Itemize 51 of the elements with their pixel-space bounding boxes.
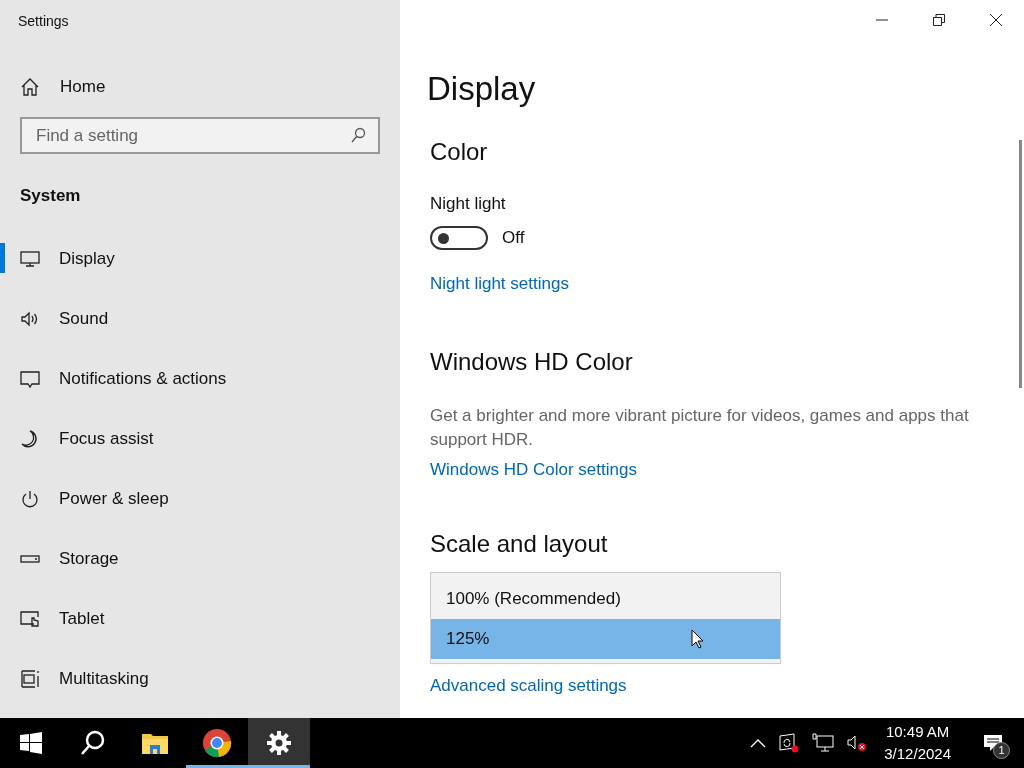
section-heading: System [20, 186, 82, 206]
dropdown-option[interactable]: 100% (Recommended) [431, 579, 780, 619]
clock-time[interactable]: 10:49 AM [885, 721, 950, 743]
settings-link[interactable]: Night light settings [430, 274, 569, 294]
monitor-icon [20, 249, 40, 269]
speech-bubble-icon [20, 369, 40, 389]
page-title: Display [427, 70, 537, 108]
network-icon [812, 733, 835, 753]
search-field[interactable]: Find a setting [20, 117, 380, 154]
window-title: Settings [18, 13, 70, 29]
power-icon [20, 489, 40, 509]
notification-button[interactable]: 1 [983, 733, 1010, 759]
nav-item[interactable]: Focus assist [0, 409, 400, 469]
chevron-up-icon [750, 738, 767, 748]
muted-speaker-icon [846, 733, 869, 753]
speaker-icon [20, 309, 40, 329]
close-icon [989, 14, 1002, 26]
settings-link[interactable]: Windows HD Color settings [430, 460, 637, 480]
folder-icon [141, 731, 169, 755]
scrollbar[interactable] [1019, 140, 1022, 388]
nav-item[interactable]: Multitasking [0, 649, 400, 709]
section-heading: Color [430, 138, 489, 166]
browser-icon [202, 728, 232, 758]
search-icon [79, 729, 107, 757]
setting-label: Night light [430, 194, 507, 214]
tablet-icon [20, 609, 40, 629]
restore-icon [932, 14, 945, 26]
toggle-state: Off [502, 228, 525, 248]
multitasking-icon [20, 669, 40, 689]
toggle-switch[interactable] [430, 226, 488, 250]
section-heading: Windows HD Color [430, 348, 634, 376]
nav-item[interactable]: Display [0, 229, 400, 289]
gear-icon [266, 730, 292, 756]
description-text: Get a brighter and more vibrant picture for videos, games and apps that support HDR. [430, 405, 970, 451]
home-link[interactable]: Home [20, 77, 400, 97]
home-icon [20, 77, 40, 97]
nav-item[interactable]: Power & sleep [0, 469, 400, 529]
nav-item[interactable]: Tablet [0, 589, 400, 649]
mouse-pointer-icon [691, 629, 704, 649]
settings-link[interactable]: Advanced scaling settings [430, 676, 627, 696]
clock-date[interactable]: 3/12/2024 [884, 743, 951, 765]
nav-item[interactable]: Sound [0, 289, 400, 349]
nav-item[interactable]: Notifications & actions [0, 349, 400, 409]
sync-icon [778, 733, 801, 753]
nav-item[interactable]: Storage [0, 529, 400, 589]
taskbar-button[interactable] [248, 718, 310, 768]
search-icon [350, 127, 366, 143]
section-heading: Scale and layout [430, 530, 609, 558]
moon-icon [20, 429, 40, 449]
windows-logo-icon [20, 732, 42, 754]
dropdown-option[interactable]: 125% [431, 619, 780, 659]
